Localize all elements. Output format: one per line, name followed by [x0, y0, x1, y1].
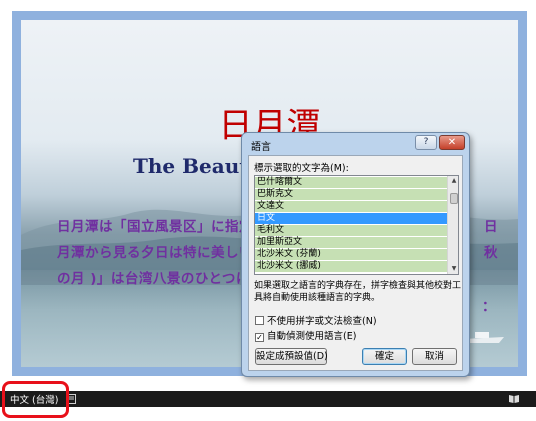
- list-item[interactable]: 文達文: [255, 201, 447, 212]
- body-text-line-2[interactable]: 月潭から見る夕日は特に美しいと: [57, 241, 267, 261]
- book-icon[interactable]: [508, 394, 520, 404]
- detect-language-label[interactable]: 自動偵測使用語言(E): [267, 331, 356, 342]
- scroll-down-icon[interactable]: ▼: [448, 264, 458, 274]
- ok-button[interactable]: 確定: [362, 348, 407, 365]
- detect-language-option[interactable]: ✓ 自動偵測使用語言(E): [255, 328, 356, 342]
- list-scrollbar[interactable]: ▲ ▼: [447, 176, 458, 274]
- list-item[interactable]: 毛利文: [255, 225, 447, 236]
- language-dialog: 語言 ? ✕ 標示選取的文字為(M): 巴什喀爾文 巴斯克文 文達文 日文 毛利…: [241, 132, 470, 377]
- dialog-body: 標示選取的文字為(M): 巴什喀爾文 巴斯克文 文達文 日文 毛利文 加里斯亞文…: [248, 155, 463, 371]
- close-button[interactable]: ✕: [439, 135, 465, 150]
- help-button[interactable]: ?: [415, 135, 437, 150]
- description-text: 如果選取之語言的字典存在，拼字檢查與其他校對工具將自動使用該種語言的字典。: [254, 281, 462, 303]
- list-item[interactable]: 北沙米文 (芬蘭): [255, 249, 447, 260]
- body-text-line-1[interactable]: 日月潭は「国立風景区」に指定さ: [57, 215, 267, 235]
- detect-language-checkbox[interactable]: ✓: [255, 333, 264, 342]
- no-proofing-option[interactable]: 不使用拼字或文法檢查(N): [255, 313, 377, 327]
- list-item[interactable]: 北沙米文 (挪威): [255, 261, 447, 272]
- powerpoint-window: 日月潭 The Beauty o 日月潭は「国立風景区」に指定さ 月潭から見る夕…: [0, 0, 536, 421]
- body-text-fragment-1[interactable]: 日: [484, 215, 498, 235]
- scroll-thumb[interactable]: [450, 193, 458, 204]
- status-bar: 中文 (台灣): [0, 391, 536, 407]
- language-list[interactable]: 巴什喀爾文 巴斯克文 文達文 日文 毛利文 加里斯亞文 北沙米文 (芬蘭) 北沙…: [254, 175, 459, 275]
- list-item-selected[interactable]: 日文: [255, 213, 447, 224]
- cancel-button[interactable]: 取消: [412, 348, 457, 365]
- scroll-up-icon[interactable]: ▲: [448, 176, 458, 186]
- no-proofing-checkbox[interactable]: [255, 316, 264, 325]
- body-text-fragment-3[interactable]: ：: [482, 295, 496, 315]
- mark-text-label: 標示選取的文字為(M):: [254, 163, 349, 174]
- set-default-button[interactable]: 設定成預設值(D): [255, 348, 328, 365]
- no-proofing-label[interactable]: 不使用拼字或文法檢查(N): [267, 316, 377, 327]
- annotation-highlight: [2, 381, 69, 418]
- dialog-title: 語言: [251, 142, 271, 153]
- list-item[interactable]: 加里斯亞文: [255, 237, 447, 248]
- list-item[interactable]: 巴什喀爾文: [255, 177, 447, 188]
- list-item[interactable]: 巴斯克文: [255, 189, 447, 200]
- body-text-fragment-2[interactable]: 秋: [484, 241, 498, 261]
